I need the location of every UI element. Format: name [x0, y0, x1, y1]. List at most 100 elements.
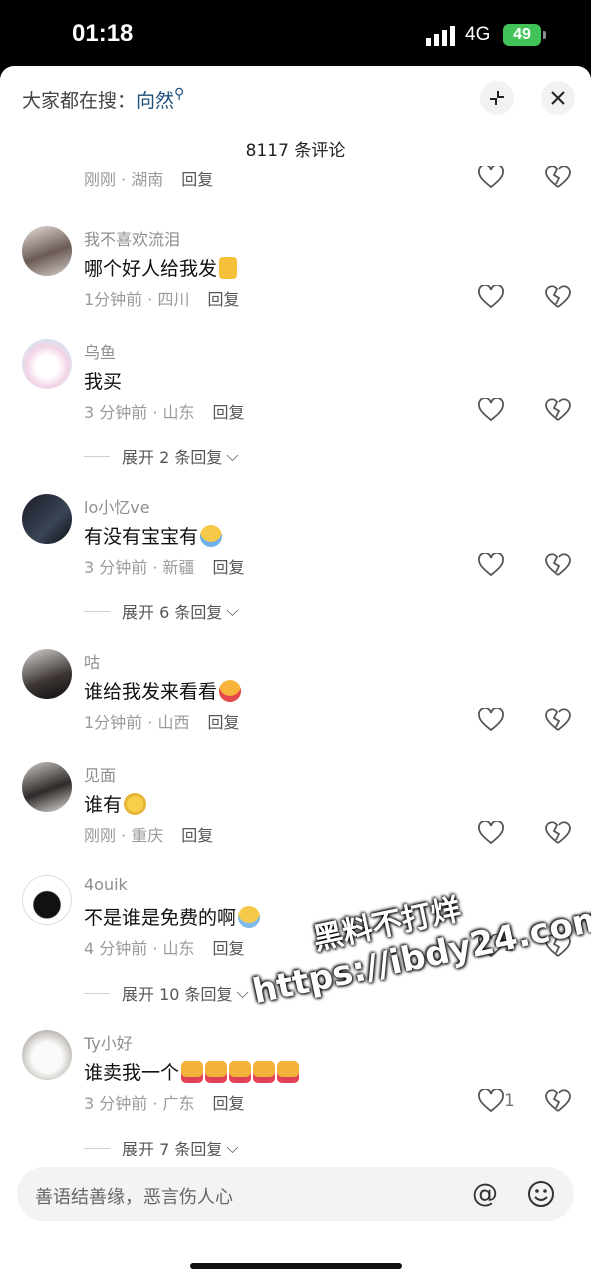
like-button[interactable]: [478, 166, 504, 190]
avatar[interactable]: [22, 339, 72, 389]
expand-replies-button[interactable]: 展开 7 条回复 ⌵: [84, 1136, 239, 1156]
comment-username[interactable]: 4ouik: [84, 875, 128, 894]
flushed-emoji: [124, 793, 147, 815]
like-button[interactable]: [478, 397, 504, 423]
comment-username[interactable]: 见面: [84, 762, 116, 786]
reply-button[interactable]: 回复: [181, 170, 213, 189]
comment-text: 不是谁是免费的啊: [84, 903, 261, 930]
comment-input-placeholder: 善语结善缘，恶言伤人心: [35, 1187, 233, 1208]
chevron-down-icon: ⌵: [226, 1138, 239, 1156]
search-suggestion[interactable]: 大家都在搜：向然⚲: [22, 86, 184, 113]
comment-list[interactable]: 刚刚 · 湖南 回复 我不喜欢流泪 哪个好人给我发 1分钟前 · 四川 回复 乌鱼 …: [0, 166, 591, 1156]
expand-replies-label: 展开 2 条回复: [122, 448, 223, 467]
nail-polish-emoji: [229, 1061, 252, 1083]
battery-level: 49: [513, 26, 531, 43]
comment-meta: 刚刚 · 湖南 回复: [84, 166, 213, 190]
reply-button[interactable]: 回复: [213, 558, 245, 577]
mention-icon[interactable]: @: [472, 1179, 498, 1209]
avatar[interactable]: [22, 226, 72, 276]
broken-heart-icon[interactable]: [545, 934, 571, 958]
comment-meta: 3 分钟前 · 山东 回复: [84, 399, 245, 423]
avatar[interactable]: [22, 649, 72, 699]
reply-button[interactable]: 回复: [213, 403, 245, 422]
comment-meta: 3 分钟前 · 广东 回复: [84, 1090, 245, 1114]
comment-item: 4ouik 不是谁是免费的啊 4 分钟前 · 山东 回复 2: [0, 875, 591, 985]
nail-polish-emoji: [181, 1061, 204, 1083]
network-type: 4G: [465, 24, 491, 45]
comment-text: 谁卖我一个: [84, 1058, 300, 1085]
comment-meta: 1分钟前 · 四川 回复: [84, 286, 239, 310]
comment-item: 咕 谁给我发来看看 1分钟前 · 山西 回复: [0, 649, 591, 759]
comment-time-location: 1分钟前 · 山西: [84, 713, 190, 732]
close-button[interactable]: [541, 81, 575, 115]
broken-heart-icon[interactable]: [545, 1089, 571, 1113]
broken-heart-icon[interactable]: [545, 285, 571, 309]
comment-time-location: 刚刚 · 湖南: [84, 170, 164, 189]
expand-replies-button[interactable]: 展开 10 条回复 ⌵: [84, 981, 249, 1005]
comment-text-body: 有没有宝宝有: [84, 526, 199, 548]
collapse-icon: [490, 91, 504, 105]
divider: [84, 610, 110, 612]
comment-username[interactable]: Ty小好: [84, 1030, 133, 1054]
comment-username[interactable]: 我不喜欢流泪: [84, 226, 180, 250]
avatar[interactable]: [22, 494, 72, 544]
expand-replies-label: 展开 10 条回复: [122, 985, 233, 1004]
like-button[interactable]: [478, 552, 504, 578]
battery-icon: 49: [503, 24, 546, 46]
comment-meta: 1分钟前 · 山西 回复: [84, 709, 239, 733]
emoji-picker-icon[interactable]: [527, 1180, 555, 1208]
broken-heart-icon[interactable]: [545, 821, 571, 845]
laughing-crying-emoji: [238, 906, 261, 928]
divider: [84, 992, 110, 994]
reply-button[interactable]: 回复: [213, 939, 245, 958]
reply-button[interactable]: 回复: [213, 1094, 245, 1113]
like-button[interactable]: 2: [478, 933, 515, 959]
cellular-signal-icon: [426, 26, 455, 46]
divider: [84, 455, 110, 457]
comment-text: 有没有宝宝有: [84, 522, 223, 549]
nail-polish-emoji: [277, 1061, 300, 1083]
avatar[interactable]: [22, 1030, 72, 1080]
comment-item: 我不喜欢流泪 哪个好人给我发 1分钟前 · 四川 回复: [0, 226, 591, 336]
status-bar: 01:18 4G 49: [0, 0, 591, 66]
like-button[interactable]: [478, 284, 504, 310]
avatar[interactable]: [22, 875, 72, 925]
comment-time-location: 3 分钟前 · 广东: [84, 1094, 195, 1113]
comment-username[interactable]: 咕: [84, 649, 100, 673]
like-button[interactable]: [478, 707, 504, 733]
chevron-down-icon: ⌵: [226, 601, 239, 620]
comment-time-location: 1分钟前 · 四川: [84, 290, 190, 309]
comment-time-location: 4 分钟前 · 山东: [84, 939, 195, 958]
comment-username[interactable]: lo小忆ve: [84, 494, 150, 518]
close-icon: [551, 91, 565, 105]
reply-button[interactable]: 回复: [181, 826, 213, 845]
nail-polish-emoji: [253, 1061, 276, 1083]
heart-icon: [478, 398, 504, 422]
heart-icon: [478, 553, 504, 577]
broken-heart-icon[interactable]: [545, 708, 571, 732]
reply-button[interactable]: 回复: [207, 713, 239, 732]
heart-icon: [478, 166, 504, 189]
expand-replies-button[interactable]: 展开 6 条回复 ⌵: [84, 599, 239, 623]
like-button[interactable]: [478, 820, 504, 846]
comment-time-location: 3 分钟前 · 新疆: [84, 558, 195, 577]
avatar[interactable]: [22, 762, 72, 812]
like-count: 2: [504, 936, 515, 956]
comment-input[interactable]: 善语结善缘，恶言伤人心 @: [17, 1167, 574, 1221]
expand-replies-button[interactable]: 展开 2 条回复 ⌵: [84, 444, 239, 468]
search-suggestion-keyword[interactable]: 向然: [136, 90, 174, 112]
comment-username[interactable]: 乌鱼: [84, 339, 116, 363]
chevron-down-icon: ⌵: [226, 446, 239, 465]
heart-icon: [478, 708, 504, 732]
reply-button[interactable]: 回复: [207, 290, 239, 309]
comment-text-body: 谁卖我一个: [84, 1062, 180, 1084]
search-suggestion-prefix: 大家都在搜：: [22, 90, 137, 112]
broken-heart-icon[interactable]: [545, 166, 571, 189]
broken-heart-icon[interactable]: [545, 553, 571, 577]
broken-heart-icon[interactable]: [545, 398, 571, 422]
like-button[interactable]: 1: [478, 1088, 515, 1114]
comment-time-location: 刚刚 · 重庆: [84, 826, 164, 845]
heart-icon: [478, 1089, 504, 1113]
collapse-button[interactable]: [480, 81, 514, 115]
heart-icon: [478, 934, 504, 958]
